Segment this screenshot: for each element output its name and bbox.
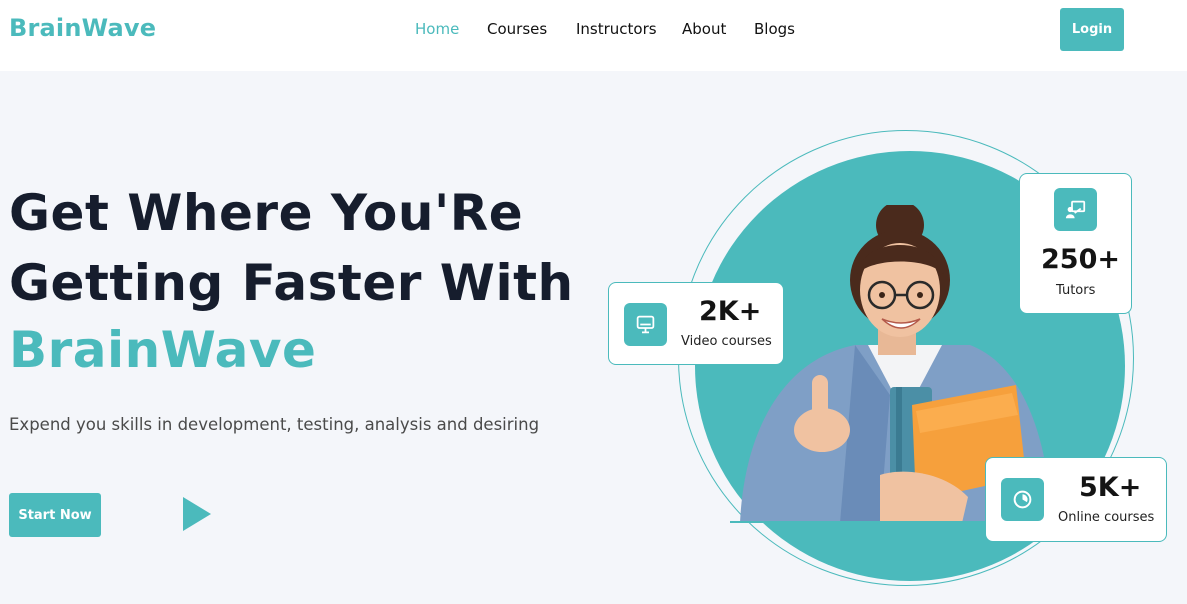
online-courses-card: 5K+ Online courses xyxy=(985,457,1167,542)
nav-instructors[interactable]: Instructors xyxy=(576,20,657,38)
hero-title: Get Where You'Re Getting Faster With xyxy=(9,178,589,318)
hero-title-line2: Getting Faster With xyxy=(9,254,574,312)
tutors-value: 250+ xyxy=(1041,244,1120,275)
start-now-button[interactable]: Start Now xyxy=(9,493,101,537)
hero-subtitle: Expend you skills in development, testin… xyxy=(9,415,540,434)
hero-title-line1: Get Where You'Re xyxy=(9,184,524,242)
presentation-icon xyxy=(1054,188,1097,231)
video-courses-label: Video courses xyxy=(681,334,772,349)
tutors-card: 250+ Tutors xyxy=(1019,173,1132,314)
nav-blogs[interactable]: Blogs xyxy=(754,20,795,38)
login-button[interactable]: Login xyxy=(1060,8,1124,51)
nav-home[interactable]: Home xyxy=(415,20,459,38)
brand-logo[interactable]: BrainWave xyxy=(9,14,156,42)
monitor-icon xyxy=(624,303,667,346)
video-courses-card: 2K+ Video courses xyxy=(608,282,784,365)
online-courses-value: 5K+ xyxy=(1079,472,1142,503)
nav-courses[interactable]: Courses xyxy=(487,20,547,38)
online-courses-label: Online courses xyxy=(1058,510,1155,525)
hero-brand: BrainWave xyxy=(9,321,317,379)
tutors-label: Tutors xyxy=(1056,283,1096,298)
navbar: BrainWave Home Courses Instructors About… xyxy=(0,0,1187,71)
video-courses-value: 2K+ xyxy=(699,296,762,327)
clock-icon xyxy=(1001,478,1044,521)
nav-about[interactable]: About xyxy=(682,20,726,38)
play-icon[interactable] xyxy=(182,497,212,531)
